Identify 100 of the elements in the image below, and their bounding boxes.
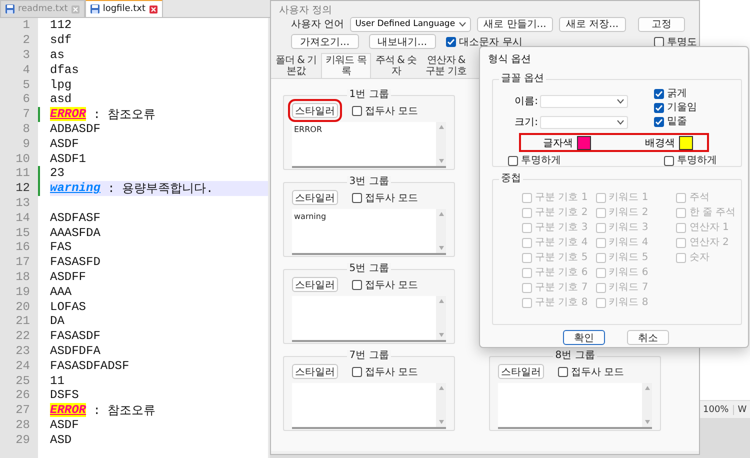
line-number: 13 [14,196,31,210]
code-line: 11 [50,373,66,388]
line-number: 12 [14,181,31,196]
styler-button[interactable]: 스타일러 [498,364,544,379]
dock-button[interactable]: 고정 [638,16,685,32]
file-tab[interactable]: logfile.txt [84,0,162,17]
checkbox[interactable]: 투명하게 [508,155,561,167]
scroll-down-icon [438,159,444,163]
checkbox[interactable]: 기울임 [654,102,697,114]
code-line: AAASFDA [50,225,102,240]
scroll-down-icon [438,333,444,337]
dialog-tab[interactable]: 키워드 목록 [321,53,371,78]
line-number: 28 [14,418,31,432]
checkbox[interactable]: 접두사 모드 [352,364,418,378]
field-label: 크기: [514,116,538,129]
keyword-field[interactable] [292,296,446,342]
code-line: DA [50,314,66,329]
chevron-down-icon [617,98,624,104]
line-number: 5 [22,78,31,92]
line-number: 2 [22,33,31,48]
status-text: W [738,404,750,414]
color-label: 배경색 [645,136,675,150]
code-line: lpg [50,77,73,92]
line-number: 26 [14,388,31,402]
checkbox[interactable]: 투명하게 [664,155,717,167]
code-line: sdf [50,32,73,48]
color-label: 글자색 [543,136,573,150]
keyword-field[interactable]: ERROR [292,122,446,168]
checkbox[interactable]: 접두사 모드 [558,364,624,378]
scroll-up-icon [438,125,444,129]
color-swatch[interactable] [679,136,693,150]
status-text: 100% [703,404,734,414]
line-number: 20 [14,300,31,314]
code-line: ERROR : 참조오류 [50,106,157,122]
scroll-down-icon [438,420,444,424]
scroll-down-icon [644,420,650,424]
scroll-up-icon [438,386,444,390]
group-title: 중첩 [499,173,523,185]
line-number: 14 [14,210,31,225]
dialog-tab[interactable]: 주석 & 숫자 [371,54,421,78]
code-line: ASDFF [50,270,88,284]
line-number: 10 [14,152,31,166]
styler-button[interactable]: 스타일러 [292,190,338,205]
close-icon[interactable] [70,4,80,14]
field-label: 이름: [514,95,538,108]
code-line: LOFAS [50,299,88,314]
line-number: 22 [14,329,31,344]
group-title: 7번 그룹 [347,350,391,362]
line-number: 19 [14,284,31,299]
line-number: 4 [22,62,31,77]
field-label: 사용자 언어 [291,18,344,31]
dialog-tab[interactable]: 연산자 & 구분 기호 [421,54,471,78]
line-number: 23 [14,344,31,358]
dialog-tab[interactable]: 폴더 & 기본값 [271,54,321,78]
language-dropdown[interactable]: User Defined Language [350,16,472,32]
scroll-up-icon [644,386,650,390]
scroll-down-icon [438,246,444,250]
checkbox[interactable]: 접두사 모드 [352,278,418,292]
line-number: 11 [14,166,31,180]
color-swatch[interactable] [577,136,591,150]
scroll-up-icon [438,212,444,216]
line-number: 7 [22,107,31,122]
line-number: 3 [22,48,31,62]
checkbox[interactable]: 굵게 [654,88,697,100]
checkmark-icon [447,38,456,46]
line-number: 8 [22,122,31,136]
line-number: 29 [14,432,31,447]
dialog-button[interactable]: 취소 [627,330,669,345]
line-number: 1 [22,18,31,32]
styler-button[interactable]: 스타일러 [292,277,338,292]
code-line: ASD [50,432,73,448]
dialog-title: 사용자 정의 [278,4,334,16]
checkbox[interactable]: 접두사 모드 [352,104,418,118]
code-line: ADBASDF [50,122,102,136]
line-number: 16 [14,240,31,254]
dialog-button[interactable]: 새로 만들기... [477,16,553,32]
line-number: 17 [14,255,31,270]
code-line: dfas [50,62,80,78]
keyword-field[interactable]: warning [292,209,446,255]
dialog-button[interactable]: 가져오기... [291,34,359,49]
line-number: 25 [14,374,31,388]
close-icon[interactable] [148,4,158,14]
code-line: 23 [50,166,66,181]
code-line: FASASDF [50,328,102,344]
dialog-button[interactable]: 확인 [563,330,605,345]
keyword-field[interactable] [498,383,652,429]
checkbox[interactable]: 접두사 모드 [352,190,418,204]
line-number: 9 [22,136,31,151]
dialog-button[interactable]: 새로 저장... [558,16,626,32]
dialog-button[interactable]: 내보내기... [368,34,436,49]
code-line: ASDFASF [50,210,102,226]
checkbox[interactable]: 대소문자 무시 [446,34,522,48]
code-line: asd [50,92,73,107]
group-title: 8번 그룹 [553,350,597,362]
checkbox[interactable]: 밑줄 [654,116,697,128]
styler-button[interactable]: 스타일러 [292,364,338,379]
keyword-field[interactable] [292,383,446,429]
code-line: FASASFD [50,254,102,270]
line-number: 27 [14,403,31,418]
code-line: as [50,48,66,62]
